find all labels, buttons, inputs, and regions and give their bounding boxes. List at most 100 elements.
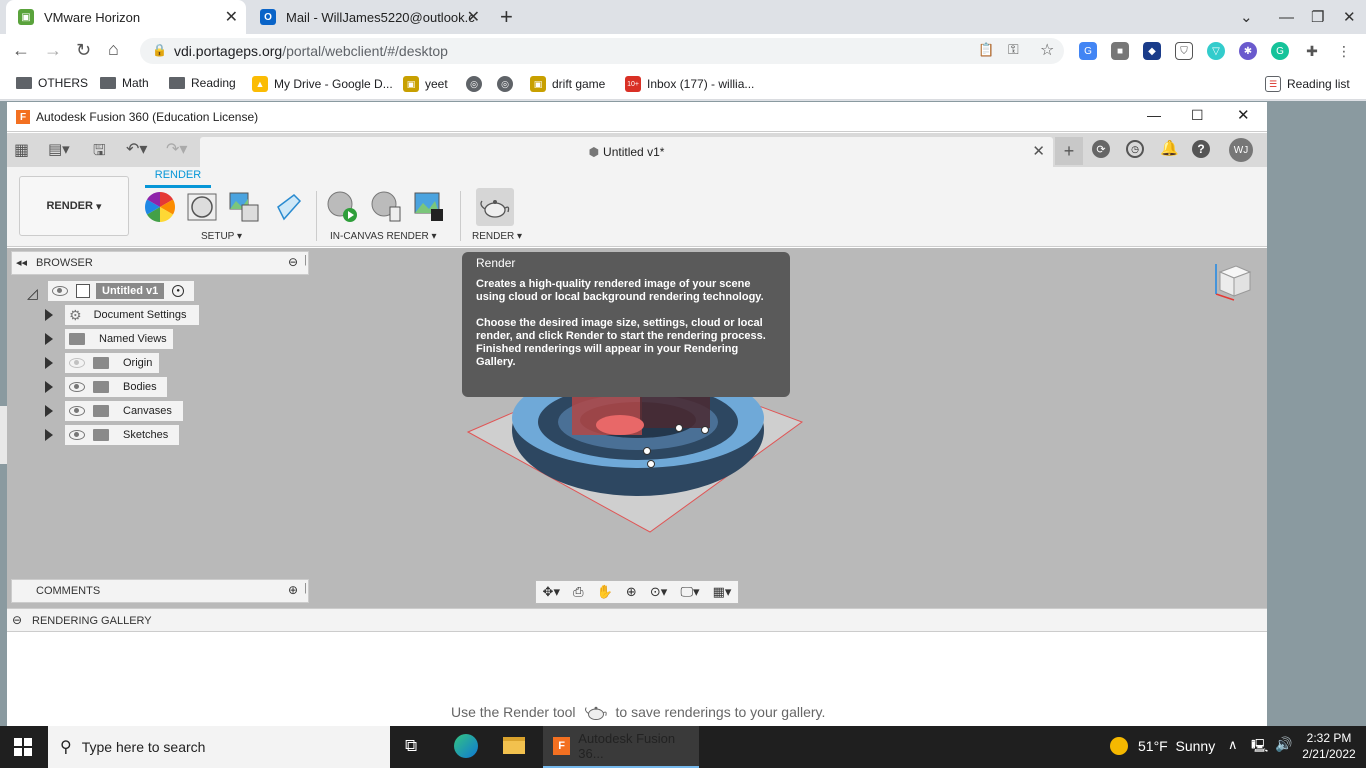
browser-panel-header[interactable]: ◂◂ BROWSER ⊖ | [11, 251, 309, 275]
in-canvas-settings-icon[interactable] [370, 191, 402, 223]
appearance-icon[interactable] [144, 191, 176, 223]
visibility-eye-icon[interactable] [69, 406, 85, 416]
bookmark-folder-reading[interactable]: Reading [169, 76, 236, 90]
setup-group[interactable]: SETUP ▾ [201, 231, 242, 242]
bookmark-folder-math[interactable]: Math [100, 76, 149, 90]
restore-button[interactable]: ❐ [1311, 0, 1324, 34]
tree-item-sketches[interactable]: Sketches [65, 425, 179, 445]
comments-panel-header[interactable]: COMMENTS ⊕ | [11, 579, 309, 603]
back-icon[interactable]: ← [12, 40, 30, 61]
zoom-icon[interactable]: ⊕ [626, 584, 637, 600]
capture-image-icon[interactable] [413, 191, 445, 223]
home-icon[interactable]: ⌂ [108, 39, 119, 60]
user-avatar[interactable]: WJ [1229, 138, 1253, 162]
fusion-maximize-button[interactable]: ☐ [1191, 107, 1204, 124]
reload-icon[interactable]: ↻ [76, 40, 91, 61]
new-tab-plus-icon[interactable]: + [1055, 137, 1083, 165]
volume-icon[interactable]: 🔊 [1275, 736, 1292, 753]
panel-pin-icon[interactable]: | [304, 582, 307, 594]
collapse-gallery-icon[interactable]: ⊖ [12, 613, 22, 627]
panel-minimize-icon[interactable]: ⊖ [288, 255, 298, 269]
expand-arrow-icon[interactable] [45, 381, 53, 393]
menu-kebab-icon[interactable]: ⋮ [1335, 42, 1353, 60]
redo-icon[interactable]: ↷▾ [166, 139, 187, 159]
display-settings-icon[interactable]: 🖵▾ [680, 584, 699, 600]
bookmark-yeet[interactable]: ▣ yeet [403, 76, 448, 92]
bookmark-star-icon[interactable]: ☆ [1040, 40, 1054, 60]
data-panel-grid-icon[interactable]: ▦ [14, 140, 29, 160]
grammarly-icon[interactable]: G [1271, 42, 1289, 60]
render-group[interactable]: RENDER ▾ [472, 231, 522, 242]
document-tab[interactable]: ⬢ Untitled v1* ✕ [200, 137, 1053, 167]
render-button[interactable] [476, 188, 514, 226]
windows-start-icon[interactable] [14, 738, 32, 756]
bookmark-globe[interactable]: ◎ [497, 76, 519, 92]
visibility-eye-icon[interactable] [69, 382, 85, 392]
new-tab-button[interactable]: + [500, 4, 513, 30]
tree-item-origin[interactable]: Origin [65, 353, 159, 373]
expand-arrow-icon[interactable] [45, 309, 53, 321]
tree-item-named-views[interactable]: Named Views [65, 329, 173, 349]
pan-hand-icon[interactable]: ✋ [597, 584, 613, 600]
fit-icon[interactable]: ⊙▾ [650, 584, 667, 600]
network-icon[interactable]: 🖳 [1251, 737, 1268, 759]
extension-icon[interactable]: ◆ [1143, 42, 1161, 60]
in-canvas-render-group[interactable]: IN-CANVAS RENDER ▾ [330, 231, 437, 242]
tree-item-canvases[interactable]: Canvases [65, 401, 183, 421]
rendering-gallery-header[interactable]: ⊖ RENDERING GALLERY [7, 608, 1267, 632]
forward-icon[interactable]: → [44, 40, 62, 61]
add-comment-icon[interactable]: ⊕ [288, 583, 298, 597]
taskbar-search[interactable]: ⚲ Type here to search [48, 726, 390, 768]
close-tab-icon[interactable]: ✕ [225, 7, 238, 27]
browser-tab-mail[interactable]: O Mail - WillJames5220@outlook.c ✕ [248, 0, 488, 34]
bookmark-folder-others[interactable]: OTHERS [16, 76, 88, 90]
texture-map-icon[interactable] [228, 191, 260, 223]
taskbar-app-fusion[interactable]: F Autodesk Fusion 36... [543, 726, 699, 768]
weather-widget[interactable]: 51°F Sunny [1138, 738, 1215, 754]
translate-extension-icon[interactable]: G [1079, 42, 1097, 60]
sun-weather-icon[interactable] [1110, 737, 1128, 755]
tree-root-untitled[interactable]: Untitled v1 ● [48, 281, 194, 301]
shield-extension-icon[interactable]: ⛉ [1175, 42, 1193, 60]
notifications-bell-icon[interactable]: 🔔 [1160, 139, 1179, 157]
in-canvas-render-icon[interactable] [326, 191, 358, 223]
hidden-eye-icon[interactable] [69, 358, 85, 368]
tray-chevron-icon[interactable]: ∧ [1228, 737, 1238, 753]
activate-radio-icon[interactable]: ● [172, 285, 185, 297]
job-status-clock-icon[interactable]: ◷ [1126, 140, 1144, 158]
tab-search-icon[interactable]: ⌄ [1240, 0, 1253, 34]
tab-render[interactable]: RENDER [145, 169, 211, 188]
expand-arrow-icon[interactable] [45, 333, 53, 345]
close-browser-button[interactable]: ✕ [1343, 0, 1356, 34]
extension-icon[interactable]: ✱ [1239, 42, 1257, 60]
key-icon[interactable]: ⚿ [1008, 41, 1019, 58]
close-document-icon[interactable]: ✕ [1032, 142, 1045, 160]
puzzle-extensions-icon[interactable]: ✚ [1303, 42, 1321, 60]
extension-icon[interactable]: ▽ [1207, 42, 1225, 60]
visibility-eye-icon[interactable] [52, 286, 68, 296]
workspace-switcher[interactable]: RENDER ▾ [19, 176, 129, 236]
tree-item-document-settings[interactable]: ⚙ Document Settings [65, 305, 199, 325]
close-tab-icon[interactable]: ✕ [467, 7, 480, 27]
tree-item-bodies[interactable]: Bodies [65, 377, 167, 397]
taskbar-clock[interactable]: 2:32 PM 2/21/2022 [1298, 730, 1360, 762]
panel-pin-icon[interactable]: | [304, 254, 307, 266]
reading-list-button[interactable]: ☰ Reading list [1265, 76, 1350, 92]
file-menu-icon[interactable]: ▤▾ [48, 140, 70, 158]
help-icon[interactable]: ? [1192, 140, 1210, 158]
expand-arrow-icon[interactable] [45, 357, 53, 369]
undo-icon[interactable]: ↶▾ [126, 139, 147, 159]
decal-icon[interactable] [272, 191, 304, 223]
expand-arrow-icon[interactable] [45, 405, 53, 417]
task-view-icon[interactable]: ⧉ [405, 736, 417, 756]
edge-browser-icon[interactable] [454, 734, 478, 758]
bookmark-inbox[interactable]: 10+ Inbox (177) - willia... [625, 76, 754, 92]
extensions-icon[interactable]: ⟳ [1092, 140, 1110, 158]
collapse-panel-icon[interactable]: ◂◂ [16, 256, 27, 269]
visibility-eye-icon[interactable] [69, 430, 85, 440]
orbit-icon[interactable]: ✥▾ [543, 584, 560, 600]
expand-arrow-icon[interactable] [45, 429, 53, 441]
root-expander-icon[interactable]: ◿ [27, 285, 38, 302]
address-bar[interactable]: 🔒 vdi.portageps.org/portal/webclient/#/d… [140, 38, 1064, 64]
look-at-icon[interactable]: ⎙ [573, 584, 583, 600]
